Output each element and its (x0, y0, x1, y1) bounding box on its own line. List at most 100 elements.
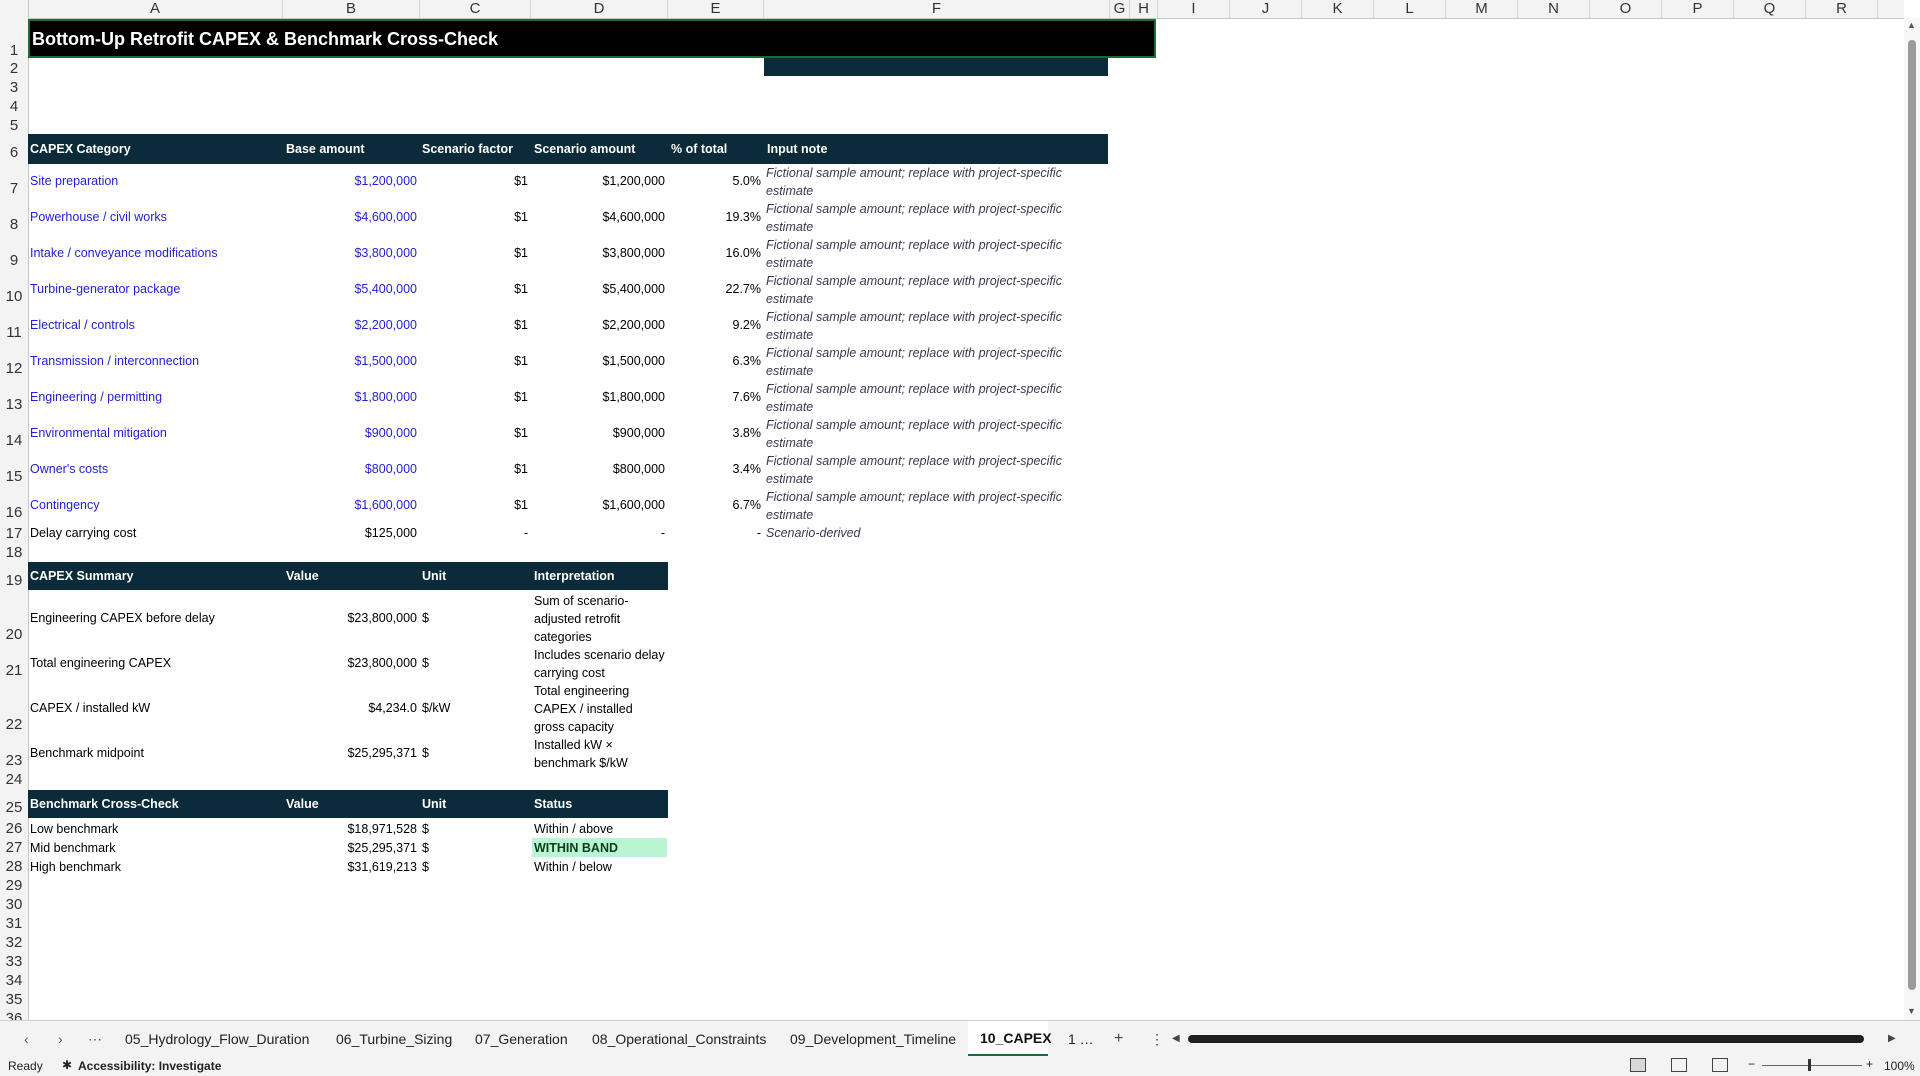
benchmark-label[interactable]: High benchmark (30, 860, 121, 875)
summary-unit[interactable]: $/kW (422, 701, 450, 716)
capex-scenario-factor[interactable]: $1 (420, 282, 528, 297)
row-number[interactable]: 23 (0, 752, 28, 769)
summary-unit[interactable]: $ (422, 656, 429, 671)
row-number[interactable]: 5 (0, 117, 28, 134)
summary-label[interactable]: Benchmark midpoint (30, 746, 144, 761)
row-number[interactable]: 7 (0, 180, 28, 197)
tab-generation[interactable]: 07_Generation (475, 1021, 568, 1057)
capex-input-note[interactable]: Fictional sample amount; replace with pr… (766, 164, 1096, 200)
horizontal-scroll-thumb[interactable] (1188, 1035, 1864, 1043)
column-header-h[interactable]: H (1130, 0, 1158, 18)
vertical-scrollbar[interactable]: ▲ ▼ (1904, 18, 1920, 1020)
capex-category[interactable]: Delay carrying cost (30, 526, 136, 541)
capex-pct-total[interactable]: 16.0% (668, 246, 761, 261)
capex-scenario-amount[interactable]: - (531, 526, 665, 541)
benchmark-unit[interactable]: $ (422, 822, 429, 837)
summary-value[interactable]: $25,295,371 (283, 746, 417, 761)
page-layout-view-icon[interactable] (1671, 1058, 1687, 1072)
row-number[interactable]: 24 (0, 771, 28, 788)
column-header-c[interactable]: C (420, 0, 531, 18)
capex-scenario-factor[interactable]: - (420, 526, 528, 541)
row-number[interactable]: 36 (0, 1010, 28, 1020)
capex-base-amount[interactable]: $5,400,000 (283, 282, 417, 297)
column-header-g[interactable]: G (1110, 0, 1130, 18)
summary-label[interactable]: CAPEX / installed kW (30, 701, 150, 716)
column-header-l[interactable]: L (1374, 0, 1446, 18)
column-header-r[interactable]: R (1806, 0, 1878, 18)
row-number[interactable]: 2 (0, 60, 28, 77)
row-number[interactable]: 10 (0, 288, 28, 305)
tab-development-timeline[interactable]: 09_Development_Timeline (790, 1021, 956, 1057)
benchmark-label[interactable]: Low benchmark (30, 822, 118, 837)
summary-label[interactable]: Engineering CAPEX before delay (30, 611, 215, 626)
hscroll-right-icon[interactable]: ▶ (1888, 1021, 1896, 1057)
row-number[interactable]: 3 (0, 79, 28, 96)
title-banner[interactable]: Bottom-Up Retrofit CAPEX & Benchmark Cro… (28, 19, 1156, 58)
capex-scenario-amount[interactable]: $1,500,000 (531, 354, 665, 369)
tab-operational-constraints[interactable]: 08_Operational_Constraints (592, 1021, 766, 1057)
zoom-out-icon[interactable]: − (1748, 1057, 1755, 1071)
tab-turbine-sizing[interactable]: 06_Turbine_Sizing (336, 1021, 452, 1057)
zoom-level[interactable]: 100% (1884, 1059, 1915, 1073)
row-number[interactable]: 30 (0, 896, 28, 913)
vertical-scroll-thumb[interactable] (1908, 40, 1916, 990)
accessibility-status[interactable]: Accessibility: Investigate (78, 1059, 221, 1073)
add-sheet-icon[interactable]: + (1114, 1021, 1123, 1057)
capex-base-amount[interactable]: $125,000 (283, 526, 417, 541)
row-number[interactable]: 28 (0, 858, 28, 875)
row-number[interactable]: 14 (0, 432, 28, 449)
capex-scenario-amount[interactable]: $5,400,000 (531, 282, 665, 297)
summary-value[interactable]: $23,800,000 (283, 611, 417, 626)
capex-scenario-amount[interactable]: $2,200,000 (531, 318, 665, 333)
column-header-d[interactable]: D (531, 0, 668, 18)
row-number[interactable]: 6 (0, 144, 28, 161)
capex-input-note[interactable]: Fictional sample amount; replace with pr… (766, 452, 1096, 488)
capex-pct-total[interactable]: 22.7% (668, 282, 761, 297)
capex-base-amount[interactable]: $1,200,000 (283, 174, 417, 189)
worksheet-grid[interactable]: A B C D E F G H I J K L M N O P Q R 1 2 … (0, 0, 1920, 1020)
capex-scenario-amount[interactable]: $1,200,000 (531, 174, 665, 189)
capex-input-note[interactable]: Fictional sample amount; replace with pr… (766, 236, 1096, 272)
row-number[interactable]: 4 (0, 98, 28, 115)
summary-interpretation[interactable]: Sum of scenario-adjusted retrofit catego… (534, 592, 666, 646)
row-number[interactable]: 8 (0, 216, 28, 233)
column-header-m[interactable]: M (1446, 0, 1518, 18)
row-number[interactable]: 26 (0, 820, 28, 837)
capex-pct-total[interactable]: 9.2% (668, 318, 762, 333)
capex-input-note[interactable]: Fictional sample amount; replace with pr… (766, 272, 1096, 308)
capex-category[interactable]: Turbine-generator package (30, 282, 180, 297)
summary-unit[interactable]: $ (422, 746, 429, 761)
capex-scenario-factor[interactable]: $1 (420, 390, 528, 405)
capex-input-note[interactable]: Fictional sample amount; replace with pr… (766, 488, 1096, 524)
column-header-k[interactable]: K (1302, 0, 1374, 18)
capex-category[interactable]: Electrical / controls (30, 318, 135, 333)
benchmark-value[interactable]: $18,971,528 (283, 822, 417, 837)
normal-view-icon[interactable] (1630, 1058, 1646, 1072)
row-number[interactable]: 22 (0, 716, 28, 733)
summary-interpretation[interactable]: Installed kW × benchmark $/kW (534, 736, 666, 772)
summary-interpretation[interactable]: Total engineering CAPEX / installed gros… (534, 682, 666, 736)
select-all-corner[interactable] (0, 0, 29, 18)
row-number[interactable]: 1 (0, 42, 28, 59)
row-number[interactable]: 35 (0, 991, 28, 1008)
zoom-in-icon[interactable]: + (1866, 1057, 1873, 1071)
capex-pct-total[interactable]: 3.8% (668, 426, 762, 441)
capex-base-amount[interactable]: $2,200,000 (283, 318, 417, 333)
capex-category[interactable]: Intake / conveyance modifications (30, 246, 218, 261)
tab-capex-active[interactable]: 10_CAPEX (968, 1021, 1052, 1057)
summary-label[interactable]: Total engineering CAPEX (30, 656, 171, 671)
capex-base-amount[interactable]: $900,000 (283, 426, 417, 441)
row-number[interactable]: 15 (0, 468, 28, 485)
capex-input-note[interactable]: Fictional sample amount; replace with pr… (766, 416, 1096, 452)
benchmark-status[interactable]: WITHIN BAND (534, 841, 618, 856)
page-break-view-icon[interactable] (1712, 1058, 1728, 1072)
sheet-options-icon[interactable]: ⋮ (1150, 1021, 1164, 1057)
capex-scenario-factor[interactable]: $1 (420, 210, 528, 225)
capex-input-note[interactable]: Fictional sample amount; replace with pr… (766, 200, 1096, 236)
row-number[interactable]: 16 (0, 504, 28, 521)
row-number[interactable]: 9 (0, 252, 28, 269)
capex-input-note[interactable]: Fictional sample amount; replace with pr… (766, 308, 1096, 344)
capex-scenario-amount[interactable]: $1,800,000 (531, 390, 665, 405)
tab-hydrology-flow-duration[interactable]: 05_Hydrology_Flow_Duration (125, 1021, 309, 1057)
capex-pct-total[interactable]: 5.0% (668, 174, 762, 189)
